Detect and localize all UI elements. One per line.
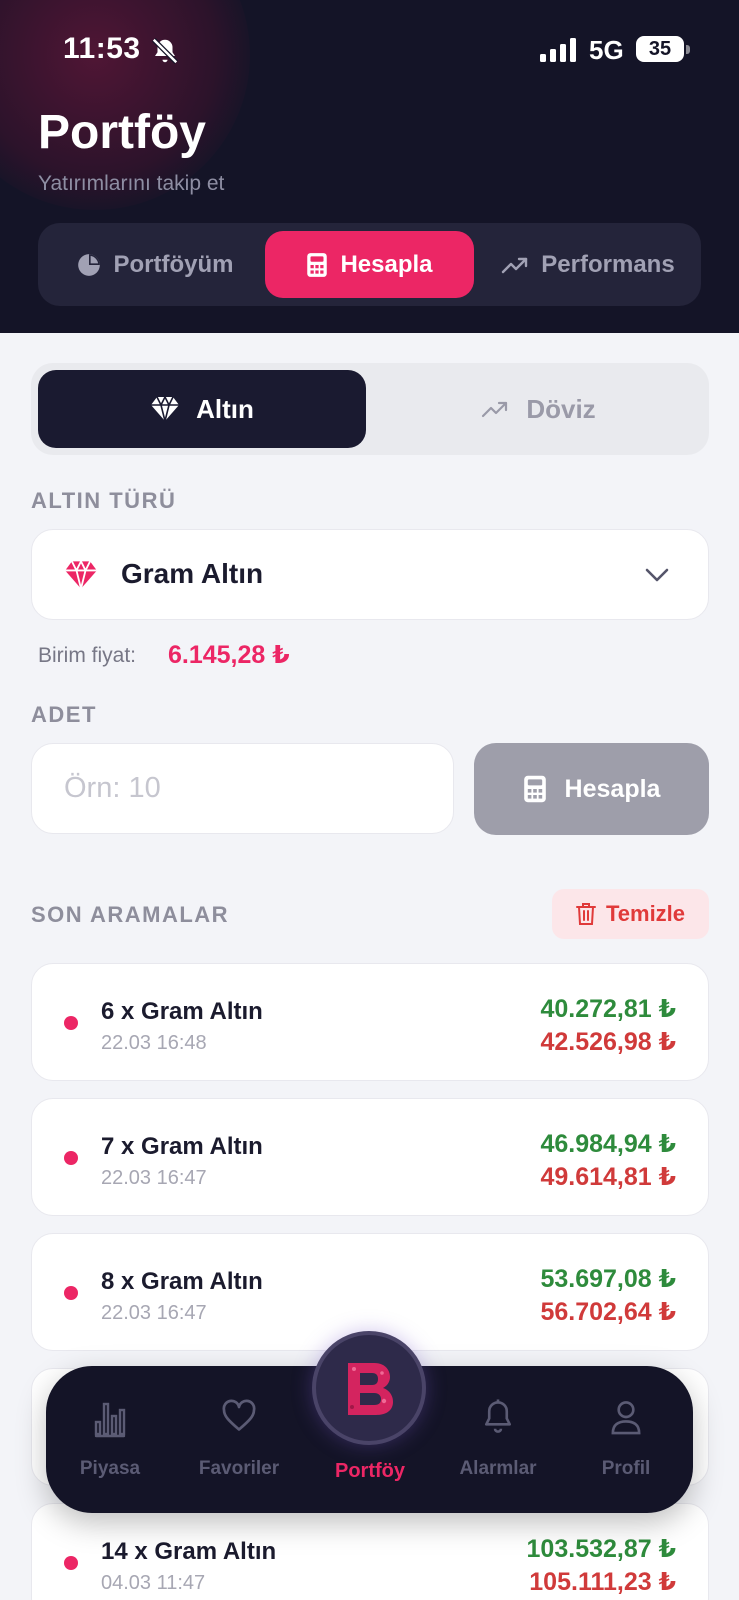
tab-label: Portföyüm [113,250,234,278]
chevron-down-icon [645,568,669,582]
history-sell-value: 105.111,23 ₺ [529,1568,676,1596]
heart-icon [222,1399,256,1431]
nav-piyasa[interactable]: Piyasa [50,1366,170,1513]
user-icon [611,1401,641,1435]
status-dot [64,1016,78,1030]
bar-chart-icon [94,1402,126,1438]
nav-alarmlar[interactable]: Alarmlar [438,1366,558,1513]
history-title: 7 x Gram Altın [101,1133,263,1160]
gold-type-select[interactable]: Gram Altın [31,529,709,620]
nav-label-portfoy[interactable]: Portföy [320,1460,420,1483]
history-title: 14 x Gram Altın [101,1538,277,1565]
history-item[interactable]: 14 x Gram Altın 04.03 11:47 103.532,87 ₺… [31,1503,709,1600]
status-time: 11:53 [63,32,141,65]
history-buy-value: 46.984,94 ₺ [540,1130,676,1158]
trending-up-icon [502,257,528,273]
unit-price-value: 6.145,28 ₺ [168,641,290,669]
status-dot [64,1151,78,1165]
clear-button-label: Temizle [605,901,686,926]
history-buy-value: 53.697,08 ₺ [540,1265,676,1293]
battery-icon: 35 [636,36,690,62]
tab-hesapla[interactable]: Hesapla [265,231,474,298]
status-bar: 11:53 5G 35 [0,0,739,100]
nav-label: Profil [601,1458,651,1479]
segment-label: Döviz [526,393,596,424]
nav-label: Alarmlar [459,1458,537,1479]
segment-doviz[interactable]: Döviz [374,370,702,448]
gold-type-value: Gram Altın [121,558,264,589]
header: 11:53 5G 35 Portföy Yatırımlarını takip … [0,0,739,333]
tab-portfoyum[interactable]: Portföyüm [52,231,257,298]
history-title: 6 x Gram Altın [101,998,263,1025]
bell-off-icon [151,37,179,65]
quantity-input[interactable] [31,743,454,834]
unit-price-label: Birim fiyat: [38,644,137,667]
trending-up-icon [482,401,508,418]
nav-label: Favoriler [198,1458,280,1479]
history-sell-value: 56.702,64 ₺ [540,1298,676,1326]
nav-portfoy-button[interactable] [312,1331,426,1445]
segment-label: Altın [196,393,254,424]
history-date: 22.03 16:47 [101,1167,207,1189]
segment-altin[interactable]: Altın [38,370,366,448]
network-label: 5G [589,35,624,65]
diamond-icon [65,559,97,589]
nav-label: Piyasa [79,1458,141,1479]
nav-favoriler[interactable]: Favoriler [179,1366,299,1513]
status-dot [64,1286,78,1300]
history-item[interactable]: 6 x Gram Altın 22.03 16:48 40.272,81 ₺ 4… [31,963,709,1081]
battery-level: 35 [648,38,672,60]
signal-icon [540,38,576,62]
calculator-icon [307,252,328,277]
tab-label: Hesapla [340,250,433,278]
pie-chart-icon [77,253,100,276]
bell-icon [484,1399,512,1433]
page-title: Portföy [38,106,206,159]
recent-label: SON ARAMALAR [31,902,230,927]
quantity-label: ADET [31,702,97,727]
status-dot [64,1556,78,1570]
history-title: 8 x Gram Altın [101,1268,263,1295]
tab-performans[interactable]: Performans [482,231,694,298]
history-sell-value: 42.526,98 ₺ [540,1028,676,1056]
nav-profil[interactable]: Profil [566,1366,686,1513]
calculator-icon [523,775,546,803]
calculate-button-label: Hesapla [564,774,661,803]
asset-segment: Altın Döviz [31,363,709,455]
page-subtitle: Yatırımlarını takip et [38,172,225,195]
brand-logo-icon [348,1363,393,1415]
gold-type-label: ALTIN TÜRÜ [31,488,177,513]
history-sell-value: 49.614,81 ₺ [540,1163,676,1191]
history-date: 04.03 11:47 [101,1572,206,1594]
history-buy-value: 40.272,81 ₺ [540,995,676,1023]
history-date: 22.03 16:48 [101,1032,207,1054]
history-buy-value: 103.532,87 ₺ [526,1535,676,1563]
top-tabs: Portföyüm Hesapla Performans [38,223,701,306]
diamond-icon [151,396,180,422]
tab-label: Performans [541,250,675,278]
trash-icon [575,903,596,925]
history-item[interactable]: 7 x Gram Altın 22.03 16:47 46.984,94 ₺ 4… [31,1098,709,1216]
clear-button[interactable]: Temizle [552,889,709,939]
history-date: 22.03 16:47 [101,1302,207,1324]
calculate-button[interactable]: Hesapla [474,743,709,835]
